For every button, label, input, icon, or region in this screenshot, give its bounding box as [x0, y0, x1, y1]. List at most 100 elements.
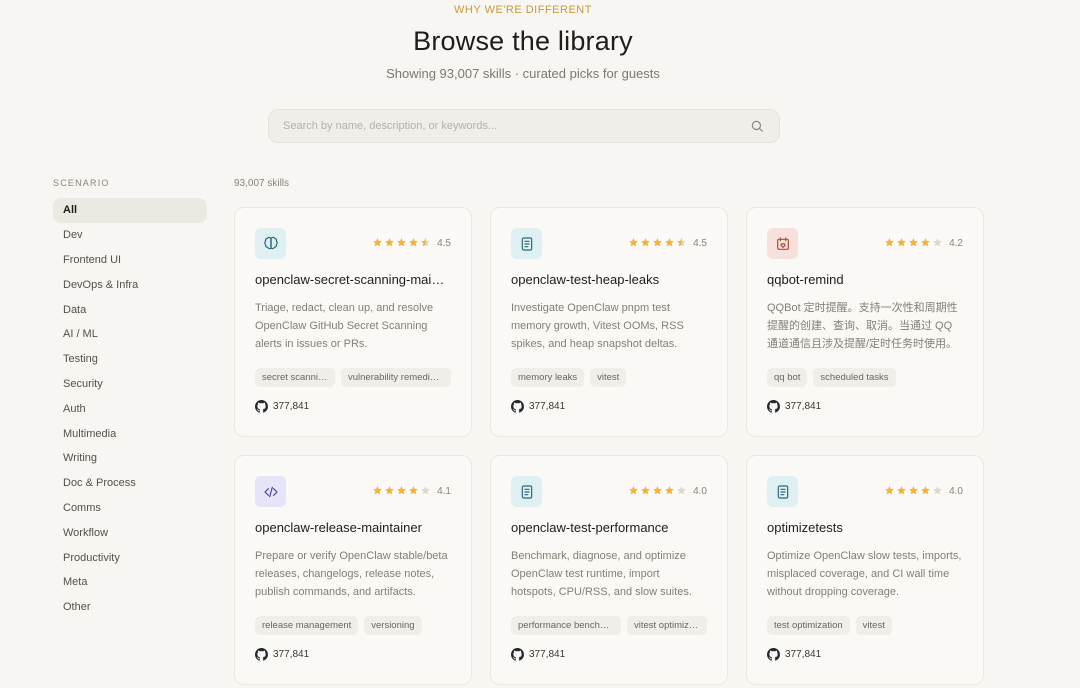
sidebar-item-writing[interactable]: Writing: [53, 446, 207, 471]
github-stars: 377,841: [767, 400, 963, 413]
tag-chip[interactable]: test optimization: [767, 616, 850, 635]
card-title[interactable]: openclaw-test-heap-leaks: [511, 272, 707, 287]
search-input[interactable]: [283, 120, 749, 132]
star-icon: [884, 485, 895, 499]
card-tags: secret scanning vulnerability remediation: [255, 368, 451, 387]
document-icon: [511, 476, 542, 507]
card-title[interactable]: openclaw-release-maintainer: [255, 520, 451, 535]
skill-card[interactable]: 4.5 openclaw-test-heap-leaks Investigate…: [490, 207, 728, 437]
sidebar-item-meta[interactable]: Meta: [53, 570, 207, 595]
results-count: 93,007 skills: [234, 178, 290, 189]
rating-value: 4.0: [693, 486, 707, 497]
sidebar-item-data[interactable]: Data: [53, 297, 207, 322]
star-icon: [676, 485, 687, 499]
calendar-heart-icon: [767, 228, 798, 259]
github-icon: [511, 400, 524, 413]
star-icon: [896, 485, 907, 499]
rating-value: 4.0: [949, 486, 963, 497]
skill-card[interactable]: 4.2 qqbot-remind QQBot 定时提醒。支持一次性和周期性提醒的…: [746, 207, 984, 437]
card-title[interactable]: qqbot-remind: [767, 272, 963, 287]
sidebar-items: All Dev Frontend UI DevOps & Infra Data AI / …: [53, 198, 207, 620]
github-stars-count: 377,841: [273, 649, 310, 660]
card-title[interactable]: openclaw-test-performance: [511, 520, 707, 535]
star-icon: [640, 237, 651, 251]
sidebar-item-all[interactable]: All: [53, 198, 207, 223]
card-description: Prepare or verify OpenClaw stable/beta r…: [255, 550, 448, 598]
rating: 4.2: [884, 237, 963, 251]
sidebar-item-testing[interactable]: Testing: [53, 347, 207, 372]
star-icon: [372, 485, 383, 499]
sidebar-item-comms[interactable]: Comms: [53, 496, 207, 521]
github-icon: [767, 400, 780, 413]
search-icon[interactable]: [749, 118, 765, 134]
star-icon: [908, 485, 919, 499]
github-stars-count: 377,841: [273, 401, 310, 412]
sidebar-item-dev[interactable]: Dev: [53, 223, 207, 248]
card-tags: test optimization vitest: [767, 616, 963, 635]
star-icon: [384, 485, 395, 499]
star-icon: [652, 485, 663, 499]
star-icon: [652, 237, 663, 251]
star-icon: [908, 237, 919, 251]
card-header: 4.0: [767, 476, 963, 507]
card-title[interactable]: optimizetests: [767, 520, 963, 535]
tag-chip[interactable]: release management: [255, 616, 359, 635]
card-header: 4.5: [255, 228, 451, 259]
star-icon: [408, 485, 419, 499]
github-stars: 377,841: [511, 400, 707, 413]
skill-card[interactable]: 4.5 openclaw-secret-scanning-maintainer …: [234, 207, 472, 437]
tag-chip[interactable]: vitest: [855, 616, 892, 635]
github-stars: 377,841: [511, 648, 707, 661]
github-icon: [767, 648, 780, 661]
tag-chip[interactable]: performance benchmarking: [511, 616, 621, 635]
card-header: 4.0: [511, 476, 707, 507]
star-icon: [664, 485, 675, 499]
github-stars: 377,841: [255, 400, 451, 413]
skill-card[interactable]: 4.0 optimizetests Optimize OpenClaw slow…: [746, 455, 984, 685]
tag-chip[interactable]: vulnerability remediation: [341, 368, 451, 387]
tag-chip[interactable]: vitest: [590, 368, 627, 387]
sidebar-item-workflow[interactable]: Workflow: [53, 520, 207, 545]
eyebrow-label: WHY WE'RE DIFFERENT: [454, 4, 592, 16]
card-description: Triage, redact, clean up, and resolve Op…: [255, 302, 434, 350]
page-subtitle: Showing 93,007 skills · curated picks fo…: [386, 66, 660, 81]
scenario-sidebar: SCENARIO All Dev Frontend UI DevOps & Infra…: [53, 178, 207, 620]
skill-card[interactable]: 4.1 openclaw-release-maintainer Prepare …: [234, 455, 472, 685]
github-stars: 377,841: [767, 648, 963, 661]
sidebar-item-security[interactable]: Security: [53, 372, 207, 397]
code-icon: [255, 476, 286, 507]
rating: 4.0: [884, 485, 963, 499]
card-title[interactable]: openclaw-secret-scanning-maintainer: [255, 272, 451, 287]
tag-chip[interactable]: memory leaks: [511, 368, 585, 387]
page-title: Browse the library: [413, 26, 633, 56]
sidebar-item-productivity[interactable]: Productivity: [53, 545, 207, 570]
star-icon: [640, 485, 651, 499]
tag-chip[interactable]: secret scanning: [255, 368, 335, 387]
rating-value: 4.1: [437, 486, 451, 497]
star-icon: [896, 237, 907, 251]
rating: 4.5: [372, 237, 451, 251]
tag-chip[interactable]: versioning: [364, 616, 422, 635]
star-icon: [396, 485, 407, 499]
star-icon: [420, 485, 431, 499]
sidebar-item-devops-infra[interactable]: DevOps & Infra: [53, 272, 207, 297]
star-icon: [396, 237, 407, 251]
star-icon: [420, 237, 431, 251]
document-icon: [767, 476, 798, 507]
tag-chip[interactable]: scheduled tasks: [813, 368, 896, 387]
tag-chip[interactable]: qq bot: [767, 368, 808, 387]
star-icon: [920, 485, 931, 499]
github-stars-count: 377,841: [785, 401, 822, 412]
github-stars-count: 377,841: [785, 649, 822, 660]
tag-chip[interactable]: vitest optimization: [627, 616, 707, 635]
sidebar-item-frontend-ui[interactable]: Frontend UI: [53, 248, 207, 273]
sidebar-item-auth[interactable]: Auth: [53, 396, 207, 421]
sidebar-item-doc-process[interactable]: Doc & Process: [53, 471, 207, 496]
sidebar-item-other[interactable]: Other: [53, 595, 207, 620]
sidebar-item-ai-ml[interactable]: AI / ML: [53, 322, 207, 347]
card-description: Benchmark, diagnose, and optimize OpenCl…: [511, 550, 692, 598]
sidebar-item-multimedia[interactable]: Multimedia: [53, 421, 207, 446]
github-icon: [255, 400, 268, 413]
skill-card[interactable]: 4.0 openclaw-test-performance Benchmark,…: [490, 455, 728, 685]
star-icon: [628, 237, 639, 251]
